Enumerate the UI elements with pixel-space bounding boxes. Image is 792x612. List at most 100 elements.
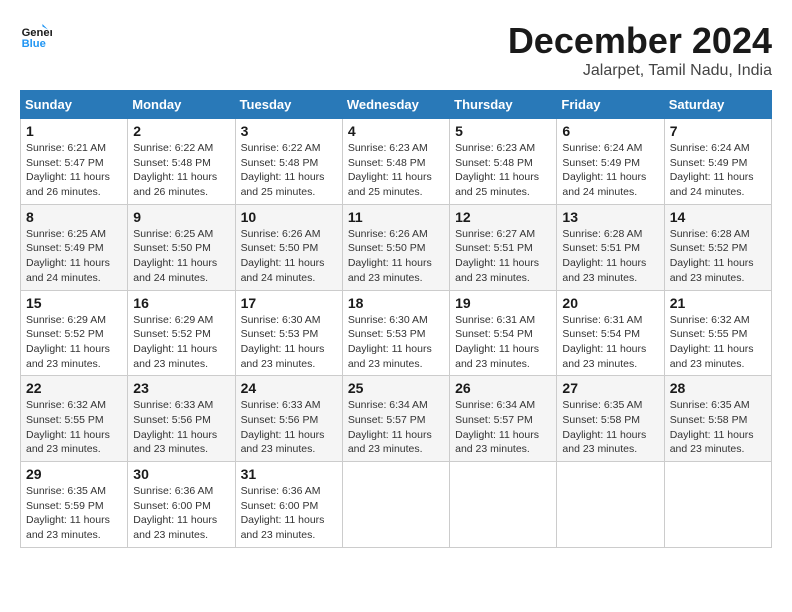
day-detail: Sunrise: 6:24 AM Sunset: 5:49 PM Dayligh…	[670, 141, 766, 200]
day-detail: Sunrise: 6:22 AM Sunset: 5:48 PM Dayligh…	[241, 141, 337, 200]
calendar-cell: 8 Sunrise: 6:25 AM Sunset: 5:49 PM Dayli…	[21, 204, 128, 290]
weekday-header-thursday: Thursday	[450, 91, 557, 119]
calendar-table: SundayMondayTuesdayWednesdayThursdayFrid…	[20, 90, 772, 548]
day-detail: Sunrise: 6:34 AM Sunset: 5:57 PM Dayligh…	[348, 398, 444, 457]
calendar-cell: 7 Sunrise: 6:24 AM Sunset: 5:49 PM Dayli…	[664, 119, 771, 205]
calendar-cell: 24 Sunrise: 6:33 AM Sunset: 5:56 PM Dayl…	[235, 376, 342, 462]
weekday-header-row: SundayMondayTuesdayWednesdayThursdayFrid…	[21, 91, 772, 119]
day-number: 21	[670, 295, 766, 311]
calendar-cell: 16 Sunrise: 6:29 AM Sunset: 5:52 PM Dayl…	[128, 290, 235, 376]
day-number: 12	[455, 209, 551, 225]
day-detail: Sunrise: 6:35 AM Sunset: 5:58 PM Dayligh…	[670, 398, 766, 457]
calendar-cell: 26 Sunrise: 6:34 AM Sunset: 5:57 PM Dayl…	[450, 376, 557, 462]
day-detail: Sunrise: 6:31 AM Sunset: 5:54 PM Dayligh…	[562, 313, 658, 372]
day-number: 19	[455, 295, 551, 311]
day-number: 3	[241, 123, 337, 139]
logo-icon: General Blue	[20, 20, 52, 52]
day-number: 30	[133, 466, 229, 482]
calendar-cell: 12 Sunrise: 6:27 AM Sunset: 5:51 PM Dayl…	[450, 204, 557, 290]
calendar-cell: 20 Sunrise: 6:31 AM Sunset: 5:54 PM Dayl…	[557, 290, 664, 376]
day-detail: Sunrise: 6:27 AM Sunset: 5:51 PM Dayligh…	[455, 227, 551, 286]
day-detail: Sunrise: 6:23 AM Sunset: 5:48 PM Dayligh…	[348, 141, 444, 200]
day-detail: Sunrise: 6:35 AM Sunset: 5:58 PM Dayligh…	[562, 398, 658, 457]
day-number: 16	[133, 295, 229, 311]
calendar-cell: 6 Sunrise: 6:24 AM Sunset: 5:49 PM Dayli…	[557, 119, 664, 205]
calendar-cell: 21 Sunrise: 6:32 AM Sunset: 5:55 PM Dayl…	[664, 290, 771, 376]
day-detail: Sunrise: 6:25 AM Sunset: 5:50 PM Dayligh…	[133, 227, 229, 286]
day-number: 20	[562, 295, 658, 311]
calendar-cell	[557, 462, 664, 548]
calendar-cell: 3 Sunrise: 6:22 AM Sunset: 5:48 PM Dayli…	[235, 119, 342, 205]
day-number: 25	[348, 380, 444, 396]
calendar-cell: 23 Sunrise: 6:33 AM Sunset: 5:56 PM Dayl…	[128, 376, 235, 462]
day-detail: Sunrise: 6:33 AM Sunset: 5:56 PM Dayligh…	[241, 398, 337, 457]
calendar-week-1: 1 Sunrise: 6:21 AM Sunset: 5:47 PM Dayli…	[21, 119, 772, 205]
weekday-header-sunday: Sunday	[21, 91, 128, 119]
calendar-cell: 5 Sunrise: 6:23 AM Sunset: 5:48 PM Dayli…	[450, 119, 557, 205]
logo: General Blue	[20, 20, 52, 52]
day-number: 29	[26, 466, 122, 482]
day-number: 28	[670, 380, 766, 396]
calendar-cell: 2 Sunrise: 6:22 AM Sunset: 5:48 PM Dayli…	[128, 119, 235, 205]
weekday-header-monday: Monday	[128, 91, 235, 119]
weekday-header-tuesday: Tuesday	[235, 91, 342, 119]
calendar-cell	[342, 462, 449, 548]
calendar-cell	[664, 462, 771, 548]
calendar-cell: 28 Sunrise: 6:35 AM Sunset: 5:58 PM Dayl…	[664, 376, 771, 462]
calendar-cell: 13 Sunrise: 6:28 AM Sunset: 5:51 PM Dayl…	[557, 204, 664, 290]
day-number: 8	[26, 209, 122, 225]
calendar-cell: 10 Sunrise: 6:26 AM Sunset: 5:50 PM Dayl…	[235, 204, 342, 290]
calendar-cell	[450, 462, 557, 548]
location: Jalarpet, Tamil Nadu, India	[508, 62, 772, 80]
day-detail: Sunrise: 6:24 AM Sunset: 5:49 PM Dayligh…	[562, 141, 658, 200]
day-detail: Sunrise: 6:36 AM Sunset: 6:00 PM Dayligh…	[241, 484, 337, 543]
day-number: 18	[348, 295, 444, 311]
day-detail: Sunrise: 6:26 AM Sunset: 5:50 PM Dayligh…	[241, 227, 337, 286]
calendar-cell: 19 Sunrise: 6:31 AM Sunset: 5:54 PM Dayl…	[450, 290, 557, 376]
day-number: 13	[562, 209, 658, 225]
day-detail: Sunrise: 6:36 AM Sunset: 6:00 PM Dayligh…	[133, 484, 229, 543]
day-number: 14	[670, 209, 766, 225]
day-number: 27	[562, 380, 658, 396]
calendar-cell: 15 Sunrise: 6:29 AM Sunset: 5:52 PM Dayl…	[21, 290, 128, 376]
month-title: December 2024	[508, 20, 772, 62]
day-number: 26	[455, 380, 551, 396]
calendar-cell: 29 Sunrise: 6:35 AM Sunset: 5:59 PM Dayl…	[21, 462, 128, 548]
calendar-cell: 30 Sunrise: 6:36 AM Sunset: 6:00 PM Dayl…	[128, 462, 235, 548]
day-detail: Sunrise: 6:22 AM Sunset: 5:48 PM Dayligh…	[133, 141, 229, 200]
calendar-cell: 22 Sunrise: 6:32 AM Sunset: 5:55 PM Dayl…	[21, 376, 128, 462]
day-detail: Sunrise: 6:31 AM Sunset: 5:54 PM Dayligh…	[455, 313, 551, 372]
calendar-cell: 18 Sunrise: 6:30 AM Sunset: 5:53 PM Dayl…	[342, 290, 449, 376]
day-number: 9	[133, 209, 229, 225]
day-detail: Sunrise: 6:23 AM Sunset: 5:48 PM Dayligh…	[455, 141, 551, 200]
day-number: 11	[348, 209, 444, 225]
svg-text:General: General	[22, 27, 52, 39]
day-number: 24	[241, 380, 337, 396]
day-detail: Sunrise: 6:32 AM Sunset: 5:55 PM Dayligh…	[26, 398, 122, 457]
day-detail: Sunrise: 6:33 AM Sunset: 5:56 PM Dayligh…	[133, 398, 229, 457]
day-number: 1	[26, 123, 122, 139]
day-detail: Sunrise: 6:21 AM Sunset: 5:47 PM Dayligh…	[26, 141, 122, 200]
calendar-cell: 9 Sunrise: 6:25 AM Sunset: 5:50 PM Dayli…	[128, 204, 235, 290]
day-number: 23	[133, 380, 229, 396]
calendar-cell: 1 Sunrise: 6:21 AM Sunset: 5:47 PM Dayli…	[21, 119, 128, 205]
day-detail: Sunrise: 6:28 AM Sunset: 5:51 PM Dayligh…	[562, 227, 658, 286]
calendar-week-3: 15 Sunrise: 6:29 AM Sunset: 5:52 PM Dayl…	[21, 290, 772, 376]
calendar-week-4: 22 Sunrise: 6:32 AM Sunset: 5:55 PM Dayl…	[21, 376, 772, 462]
calendar-week-5: 29 Sunrise: 6:35 AM Sunset: 5:59 PM Dayl…	[21, 462, 772, 548]
day-detail: Sunrise: 6:26 AM Sunset: 5:50 PM Dayligh…	[348, 227, 444, 286]
weekday-header-saturday: Saturday	[664, 91, 771, 119]
day-number: 5	[455, 123, 551, 139]
calendar-cell: 17 Sunrise: 6:30 AM Sunset: 5:53 PM Dayl…	[235, 290, 342, 376]
day-number: 2	[133, 123, 229, 139]
day-number: 17	[241, 295, 337, 311]
day-detail: Sunrise: 6:25 AM Sunset: 5:49 PM Dayligh…	[26, 227, 122, 286]
day-detail: Sunrise: 6:35 AM Sunset: 5:59 PM Dayligh…	[26, 484, 122, 543]
svg-text:Blue: Blue	[22, 38, 46, 50]
day-detail: Sunrise: 6:30 AM Sunset: 5:53 PM Dayligh…	[348, 313, 444, 372]
calendar-cell: 14 Sunrise: 6:28 AM Sunset: 5:52 PM Dayl…	[664, 204, 771, 290]
title-area: December 2024 Jalarpet, Tamil Nadu, Indi…	[508, 20, 772, 80]
day-detail: Sunrise: 6:29 AM Sunset: 5:52 PM Dayligh…	[26, 313, 122, 372]
day-detail: Sunrise: 6:29 AM Sunset: 5:52 PM Dayligh…	[133, 313, 229, 372]
calendar-cell: 27 Sunrise: 6:35 AM Sunset: 5:58 PM Dayl…	[557, 376, 664, 462]
